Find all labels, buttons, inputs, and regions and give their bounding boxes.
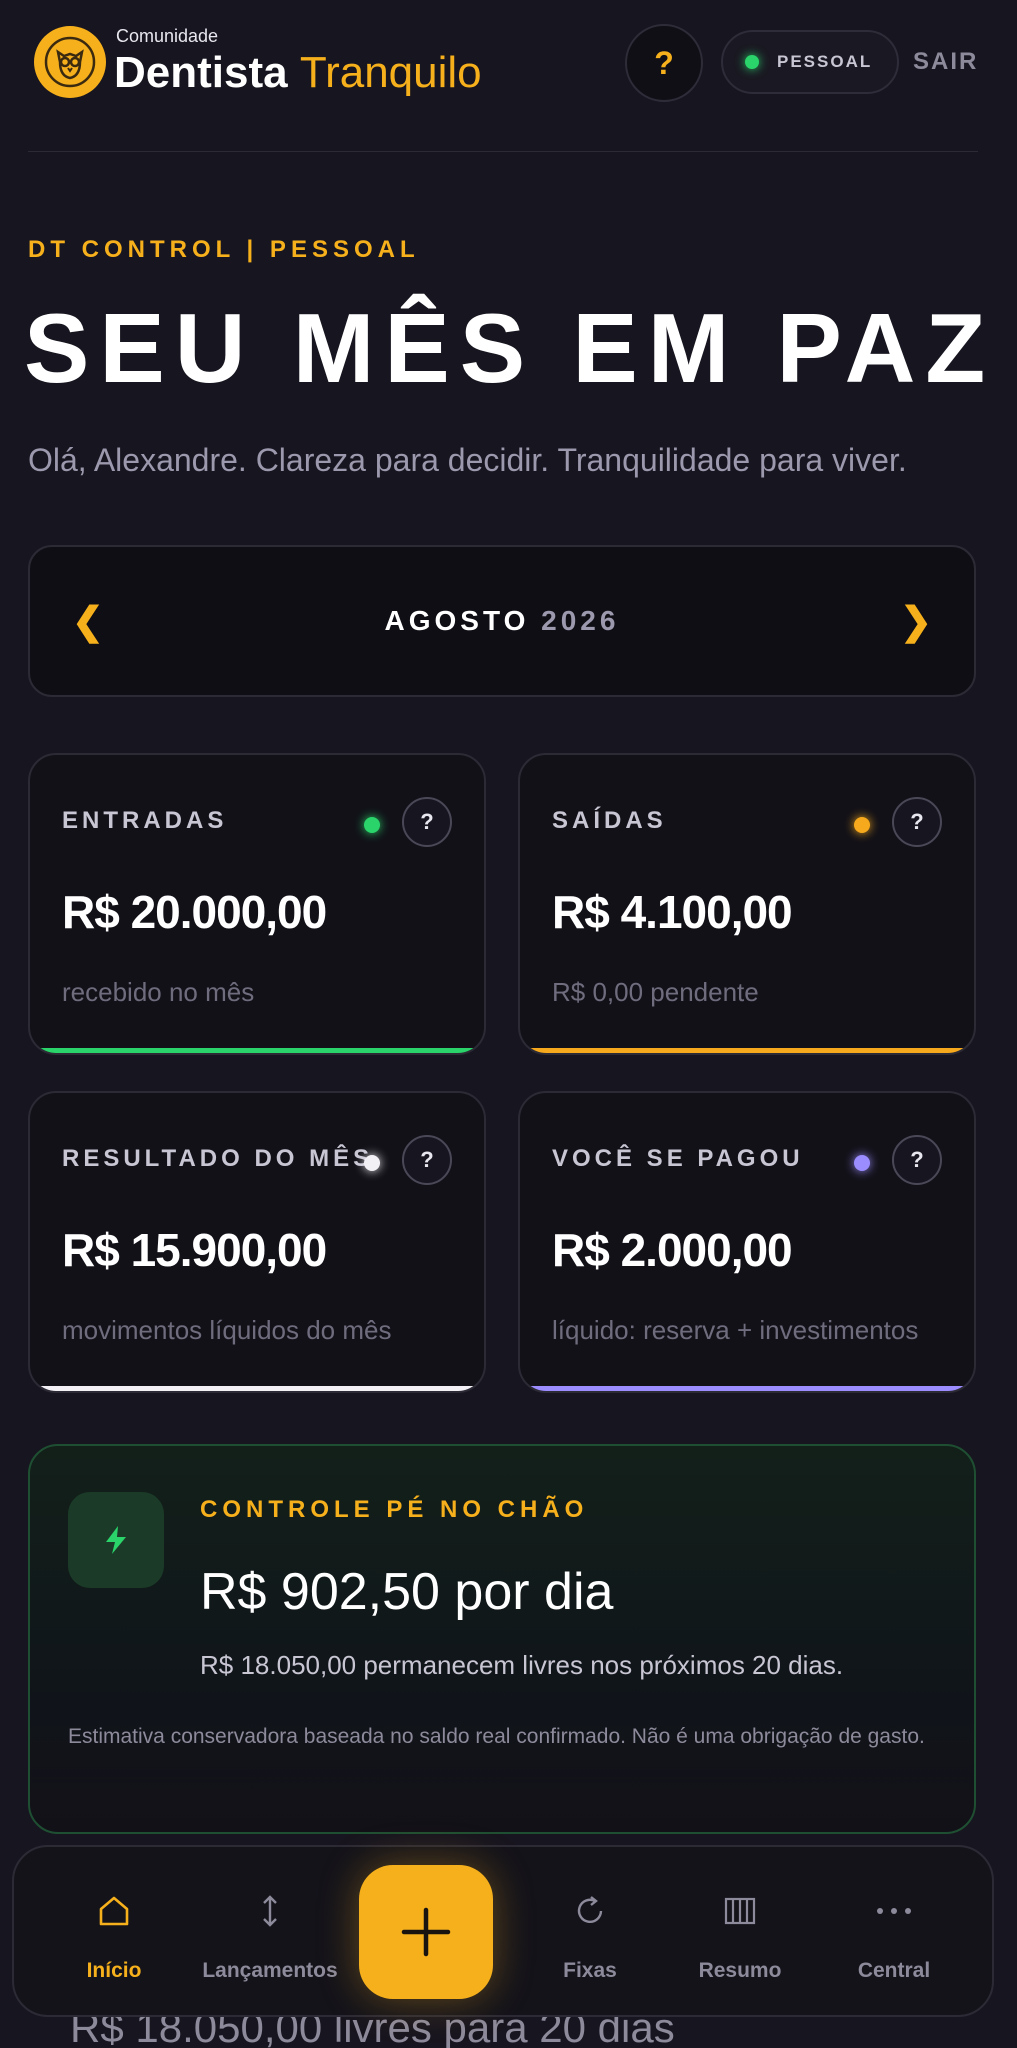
card-value: R$ 15.900,00 [62,1224,327,1276]
app-screen: Comunidade Dentista Tranquilo ? PESSOAL … [0,0,1017,2048]
daily-control-subtitle: R$ 18.050,00 permanecem livres nos próxi… [200,1650,844,1680]
card-caption: líquido: reserva + investimentos [552,1315,919,1345]
help-icon[interactable]: ? [892,1135,942,1185]
arrows-vertical-icon [190,1891,350,1931]
card-label: RESULTADO DO MÊS [62,1145,374,1172]
home-icon [34,1891,194,1931]
nav-item-resumo[interactable]: Resumo [660,1847,820,2019]
card-label: SAÍDAS [552,807,667,834]
plus-icon [401,1907,451,1957]
nav-item-lancamentos[interactable]: Lançamentos [190,1847,350,2019]
nav-item-label: Lançamentos [202,1959,338,1982]
more-icon [814,1891,974,1931]
card-voce-se-pagou[interactable]: VOCÊ SE PAGOU ? R$ 2.000,00 líquido: res… [518,1091,976,1393]
card-value: R$ 4.100,00 [552,886,793,938]
help-button[interactable]: ? [625,24,703,102]
greeting-subtitle: Olá, Alexandre. Clareza para decidir. Tr… [28,442,907,478]
brand-name-part-2: Tranquilo [299,48,482,97]
nav-item-fixas[interactable]: Fixas [510,1847,670,2019]
card-label: VOCÊ SE PAGOU [552,1145,804,1172]
nav-item-label: Fixas [563,1959,617,1982]
nav-item-inicio[interactable]: Início [34,1847,194,2019]
card-caption: R$ 0,00 pendente [552,977,759,1007]
current-month: AGOSTO 2026 [30,605,974,637]
brand-name: Dentista Tranquilo [114,48,482,98]
month-name: AGOSTO [384,605,530,636]
logout-button[interactable]: SAIR [913,48,978,76]
mode-toggle[interactable]: PESSOAL [721,30,899,94]
nav-item-central[interactable]: Central [814,1847,974,2019]
daily-control-card: CONTROLE PÉ NO CHÃO R$ 902,50 por dia R$… [28,1444,976,1834]
status-dot-icon [854,1155,870,1171]
card-accent-bar [30,1048,484,1053]
section-eyebrow: DT CONTROL | PESSOAL [28,236,420,263]
card-accent-bar [520,1386,974,1391]
status-dot-icon [745,55,759,69]
brand-community-label: Comunidade [116,26,219,46]
mode-label: PESSOAL [777,52,873,71]
nav-item-label: Início [86,1959,142,1982]
chevron-right-icon[interactable]: ❯ [900,599,932,644]
card-value: R$ 20.000,00 [62,886,327,938]
header-divider [28,151,978,152]
daily-control-note: Estimativa conservadora baseada no saldo… [68,1725,925,1748]
month-year: 2026 [541,605,620,636]
month-selector: ❮ AGOSTO 2026 ❯ [28,545,976,697]
nav-item-label: Resumo [698,1959,782,1982]
bottom-navigation: Início Lançamentos Fixas Resumo Central [12,1845,994,2017]
add-transaction-button[interactable] [359,1865,493,1999]
help-icon[interactable]: ? [892,797,942,847]
card-caption: movimentos líquidos do mês [62,1315,392,1345]
status-dot-icon [854,817,870,833]
status-dot-icon [364,1155,380,1171]
daily-control-value: R$ 902,50 por dia [200,1563,614,1621]
card-resultado-do-mes[interactable]: RESULTADO DO MÊS ? R$ 15.900,00 moviment… [28,1091,486,1393]
nav-item-label: Central [857,1959,931,1982]
top-header: Comunidade Dentista Tranquilo ? PESSOAL … [28,22,978,102]
card-accent-bar [520,1048,974,1053]
help-icon[interactable]: ? [402,797,452,847]
owl-logo-icon [34,26,106,98]
help-icon[interactable]: ? [402,1135,452,1185]
status-dot-icon [364,817,380,833]
card-caption: recebido no mês [62,977,255,1007]
brand-name-part-1: Dentista [114,48,288,97]
card-label: ENTRADAS [62,807,228,834]
daily-control-eyebrow: CONTROLE PÉ NO CHÃO [200,1496,589,1523]
columns-icon [660,1891,820,1931]
card-entradas[interactable]: ENTRADAS ? R$ 20.000,00 recebido no mês [28,753,486,1055]
card-accent-bar [30,1386,484,1391]
card-saidas[interactable]: SAÍDAS ? R$ 4.100,00 R$ 0,00 pendente [518,753,976,1055]
page-title: SEU MÊS EM PAZ [24,293,996,403]
refresh-icon [510,1891,670,1931]
card-value: R$ 2.000,00 [552,1224,793,1276]
bolt-icon [68,1492,164,1588]
